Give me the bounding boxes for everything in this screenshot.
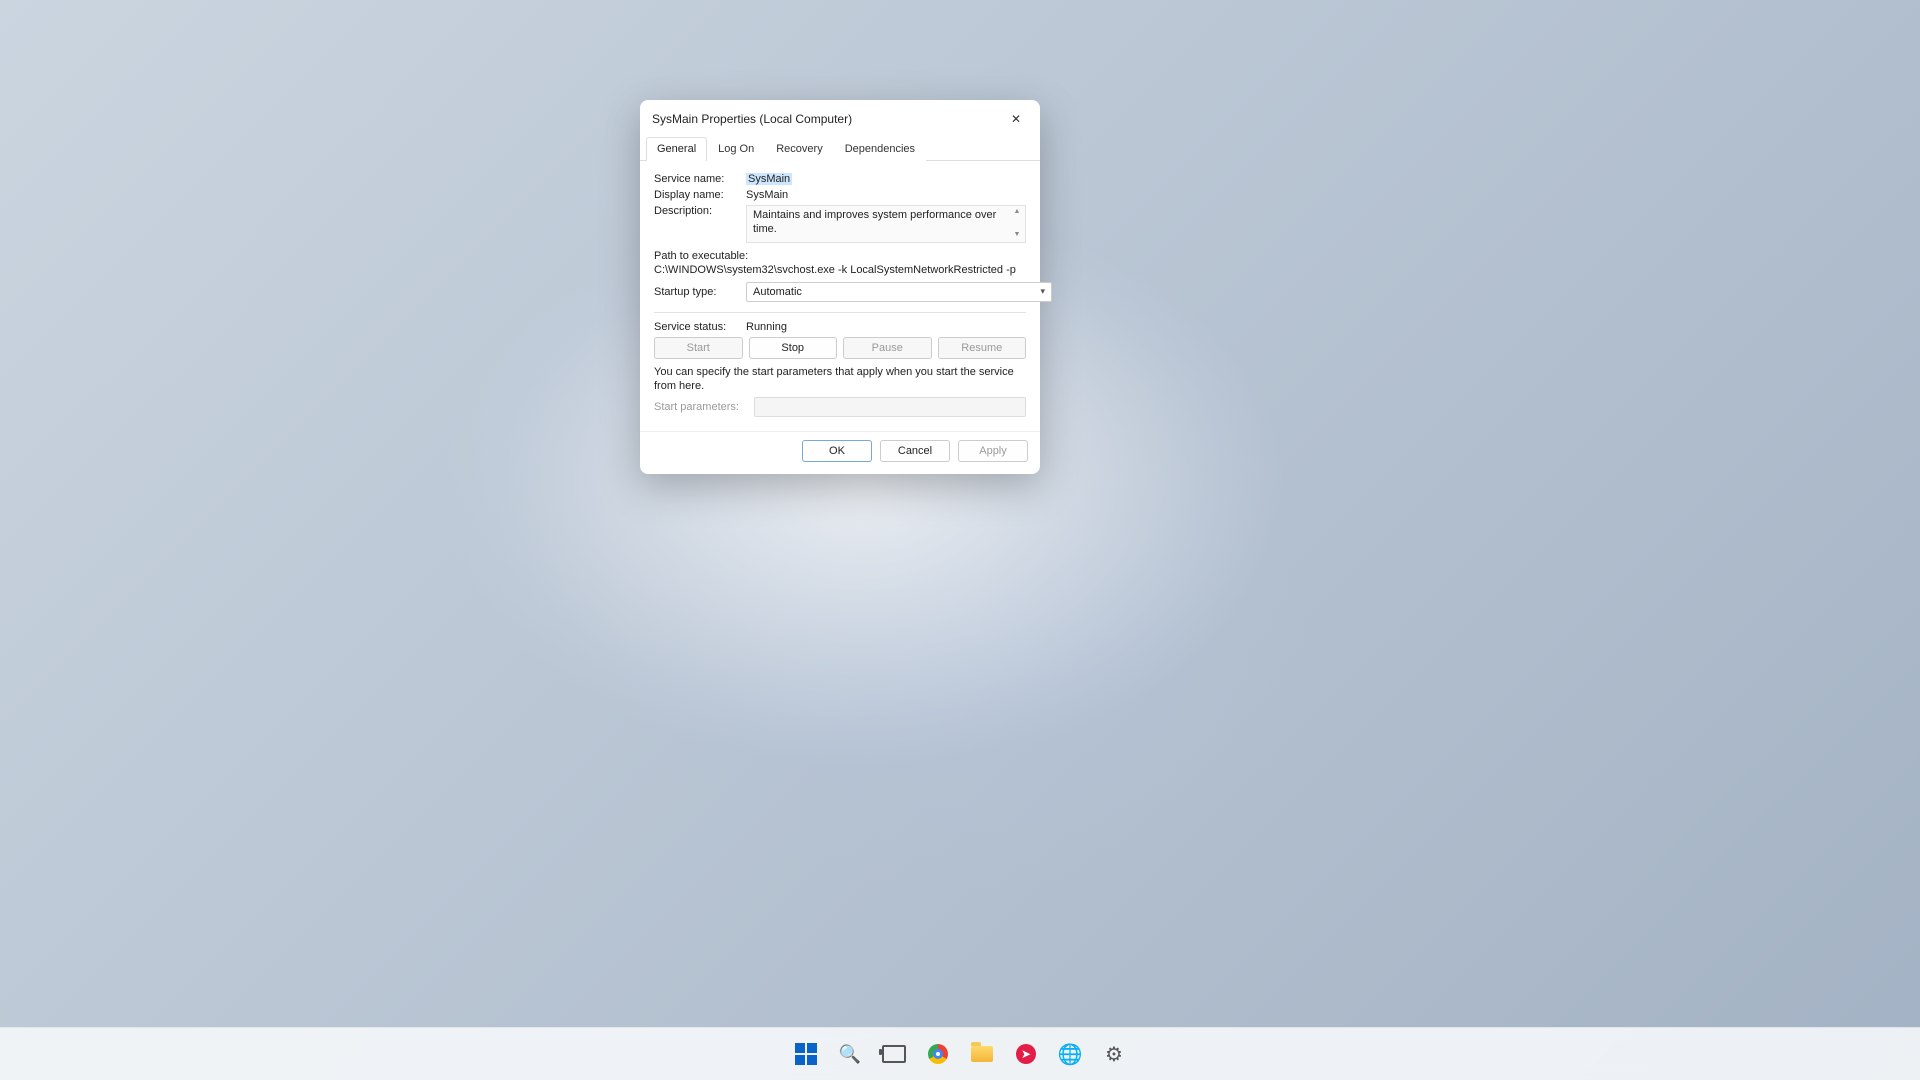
start-button[interactable] — [791, 1039, 821, 1069]
resume-button: Resume — [938, 337, 1027, 359]
description-scrollbar[interactable]: ▲ ▼ — [1011, 208, 1023, 240]
label-service-status: Service status: — [654, 321, 746, 333]
ok-button[interactable]: OK — [802, 440, 872, 462]
titlebar[interactable]: SysMain Properties (Local Computer) ✕ — [640, 100, 1040, 136]
task-view-button[interactable] — [879, 1039, 909, 1069]
windows-logo-icon — [795, 1043, 817, 1065]
scroll-up-icon[interactable]: ▲ — [1011, 208, 1023, 217]
taskbar[interactable]: 🔍 ➤ 🌐 ⚙ — [0, 1027, 1920, 1080]
tab-general[interactable]: General — [646, 137, 707, 161]
scroll-down-icon[interactable]: ▼ — [1011, 231, 1023, 240]
value-description: Maintains and improves system performanc… — [753, 209, 996, 235]
value-display-name: SysMain — [746, 189, 1026, 201]
service-control-buttons: Start Stop Pause Resume — [654, 337, 1026, 359]
search-icon: 🔍 — [839, 1044, 861, 1065]
value-startup-type: Automatic — [753, 286, 802, 298]
close-button[interactable]: ✕ — [1002, 108, 1030, 130]
service-properties-dialog: SysMain Properties (Local Computer) ✕ Ge… — [640, 100, 1040, 474]
separator — [654, 312, 1026, 313]
start-params-hint: You can specify the start parameters tha… — [654, 365, 1026, 394]
start-button: Start — [654, 337, 743, 359]
label-description: Description: — [654, 205, 746, 217]
chrome-button[interactable] — [923, 1039, 953, 1069]
pause-button: Pause — [843, 337, 932, 359]
label-start-params: Start parameters: — [654, 401, 746, 413]
dialog-footer: OK Cancel Apply — [640, 431, 1040, 474]
label-display-name: Display name: — [654, 189, 746, 201]
gear-icon: ⚙ — [1105, 1042, 1123, 1067]
search-button[interactable]: 🔍 — [835, 1039, 865, 1069]
cancel-button[interactable]: Cancel — [880, 440, 950, 462]
start-params-input — [754, 397, 1026, 417]
pinned-app-button[interactable]: ➤ — [1011, 1039, 1041, 1069]
value-service-status: Running — [746, 321, 1026, 333]
tab-strip: General Log On Recovery Dependencies — [640, 136, 1040, 161]
tab-dependencies[interactable]: Dependencies — [834, 137, 926, 161]
value-path: C:\WINDOWS\system32\svchost.exe -k Local… — [654, 263, 1026, 277]
label-startup-type: Startup type: — [654, 286, 746, 298]
network-button[interactable]: 🌐 — [1055, 1039, 1085, 1069]
task-view-icon — [882, 1045, 906, 1063]
description-box[interactable]: Maintains and improves system performanc… — [746, 205, 1026, 243]
settings-button[interactable]: ⚙ — [1099, 1039, 1129, 1069]
label-path: Path to executable: — [654, 249, 1026, 263]
window-title: SysMain Properties (Local Computer) — [652, 112, 852, 126]
stop-button[interactable]: Stop — [749, 337, 838, 359]
folder-icon — [971, 1046, 993, 1062]
globe-icon: 🌐 — [1058, 1042, 1083, 1067]
apply-button: Apply — [958, 440, 1028, 462]
app-icon: ➤ — [1016, 1044, 1036, 1064]
tab-recovery[interactable]: Recovery — [765, 137, 833, 161]
dialog-body: Service name: SysMain Display name: SysM… — [640, 161, 1040, 431]
chrome-icon — [928, 1044, 948, 1064]
value-service-name[interactable]: SysMain — [746, 173, 792, 185]
label-service-name: Service name: — [654, 173, 746, 185]
file-explorer-button[interactable] — [967, 1039, 997, 1069]
tab-log-on[interactable]: Log On — [707, 137, 765, 161]
close-icon: ✕ — [1011, 112, 1021, 126]
startup-type-select[interactable]: Automatic — [746, 282, 1052, 302]
